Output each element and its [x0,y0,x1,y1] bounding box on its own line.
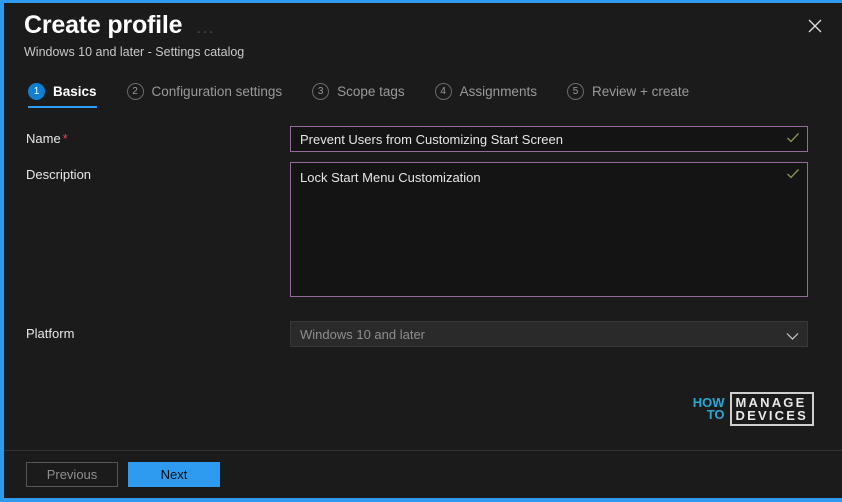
tab-number: 3 [312,83,330,100]
overflow-menu-button[interactable]: ... [196,19,215,39]
name-control [290,126,808,152]
tab-label: Configuration settings [151,84,283,99]
tab-label: Scope tags [337,84,405,99]
required-asterisk: * [62,131,68,146]
name-label: Name * [26,126,290,146]
tab-scope-tags[interactable]: 3 Scope tags [312,79,423,108]
watermark-devices-text: DEVICES [735,407,808,423]
tab-number: 1 [28,83,45,100]
tab-label: Assignments [459,84,537,99]
name-label-text: Name [26,131,61,146]
next-button[interactable]: Next [128,462,220,487]
previous-button[interactable]: Previous [26,462,118,487]
tab-review-create[interactable]: 5 Review + create [566,79,707,108]
watermark-logo: HOW TO MANAGE DEVICES [693,391,814,426]
tab-configuration-settings[interactable]: 2 Configuration settings [126,79,301,108]
platform-selected-value: Windows 10 and later [300,326,426,342]
create-profile-dialog: Create profile ... Windows 10 and later … [0,0,842,502]
basics-form: Name* Description [4,108,842,450]
tab-assignments[interactable]: 4 Assignments [434,79,555,108]
platform-field-row: Platform Windows 10 and later [26,321,808,347]
watermark-box: MANAGE DEVICES [729,391,814,426]
description-textarea[interactable] [290,162,808,297]
tab-label: Basics [53,84,97,99]
close-button[interactable] [800,11,830,41]
wizard-tabs: 1 Basics 2 Configuration settings 3 Scop… [4,79,842,108]
tab-basics[interactable]: 1 Basics [28,79,115,108]
close-icon [808,19,822,33]
description-label: Description [26,167,92,182]
watermark-to-text: TO [706,406,725,422]
tab-number: 5 [566,83,584,100]
title-row: Create profile ... [24,11,842,40]
page-title: Create profile [24,11,183,39]
description-control [290,162,808,297]
watermark-howto: HOW TO [693,396,725,422]
tab-number: 4 [434,83,452,100]
platform-label: Platform [26,326,75,341]
platform-control: Windows 10 and later [290,321,808,347]
tab-number: 2 [126,83,144,100]
dialog-footer: Previous Next [4,450,842,498]
description-field-row: Description [26,162,808,297]
dialog-header: Create profile ... Windows 10 and later … [4,3,842,71]
platform-select[interactable]: Windows 10 and later [290,321,808,347]
tab-label: Review + create [591,84,690,99]
page-subtitle: Windows 10 and later - Settings catalog [24,45,245,59]
name-field-row: Name * [26,126,808,152]
name-input[interactable] [290,126,808,152]
watermark-manage-text: MANAGE [735,394,807,410]
